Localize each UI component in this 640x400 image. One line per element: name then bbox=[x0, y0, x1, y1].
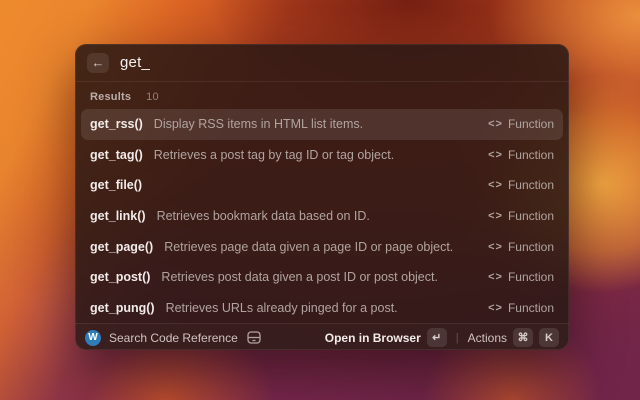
open-in-browser-button[interactable]: Open in Browser ↵ bbox=[325, 328, 447, 347]
results-section-header: Results 10 bbox=[75, 82, 569, 107]
result-type-label: Function bbox=[508, 178, 554, 192]
result-row[interactable]: get_tag() Retrieves a post tag by tag ID… bbox=[81, 140, 563, 171]
function-name: get_link() bbox=[90, 209, 146, 223]
result-type-label: Function bbox=[508, 240, 554, 254]
function-name: get_file() bbox=[90, 178, 142, 192]
result-type-accessory: <> Function bbox=[488, 117, 554, 131]
function-description: Retrieves post data given a post ID or p… bbox=[161, 270, 438, 284]
result-type-label: Function bbox=[508, 301, 554, 315]
code-brackets-icon: <> bbox=[488, 118, 503, 130]
function-name: get_tag() bbox=[90, 148, 143, 162]
results-count: 10 bbox=[146, 91, 159, 103]
function-description: Retrieves page data given a page ID or p… bbox=[164, 240, 453, 254]
back-arrow-icon: ← bbox=[92, 55, 105, 70]
code-brackets-icon: <> bbox=[488, 302, 503, 314]
function-description: Display RSS items in HTML list items. bbox=[154, 117, 363, 131]
footer-divider: | bbox=[456, 332, 459, 344]
result-row[interactable]: get_file() <> Function bbox=[81, 170, 563, 201]
search-input[interactable]: get_ bbox=[120, 54, 150, 71]
result-row[interactable]: get_page() Retrieves page data given a p… bbox=[81, 231, 563, 262]
result-type-label: Function bbox=[508, 270, 554, 284]
code-brackets-icon: <> bbox=[488, 179, 503, 191]
result-type-accessory: <> Function bbox=[488, 301, 554, 315]
function-name: get_page() bbox=[90, 240, 153, 254]
results-list: get_rss() Display RSS items in HTML list… bbox=[75, 107, 569, 323]
function-description: Retrieves URLs already pinged for a post… bbox=[166, 301, 398, 315]
result-type-accessory: <> Function bbox=[488, 240, 554, 254]
function-name: get_rss() bbox=[90, 117, 143, 131]
enter-key-icon: ↵ bbox=[427, 328, 447, 347]
function-description: Retrieves a post tag by tag ID or tag ob… bbox=[154, 148, 394, 162]
result-type-accessory: <> Function bbox=[488, 178, 554, 192]
result-type-label: Function bbox=[508, 148, 554, 162]
code-brackets-icon: <> bbox=[488, 210, 503, 222]
result-row[interactable]: get_pung() Retrieves URLs already pinged… bbox=[81, 293, 563, 324]
command-palette-window: ← get_ Results 10 get_rss() Display RSS … bbox=[75, 44, 569, 350]
result-type-label: Function bbox=[508, 209, 554, 223]
result-type-accessory: <> Function bbox=[488, 148, 554, 162]
command-source-label: Search Code Reference bbox=[109, 331, 238, 345]
search-header: ← get_ bbox=[75, 44, 569, 82]
footer-bar: W Search Code Reference Open in Browser … bbox=[75, 323, 569, 350]
open-in-browser-label: Open in Browser bbox=[325, 331, 421, 345]
result-row[interactable]: get_rss() Display RSS items in HTML list… bbox=[81, 109, 563, 140]
function-name: get_pung() bbox=[90, 301, 155, 315]
wordpress-logo-icon: W bbox=[85, 330, 101, 346]
code-brackets-icon: <> bbox=[488, 271, 503, 283]
function-name: get_post() bbox=[90, 270, 150, 284]
function-description: Retrieves bookmark data based on ID. bbox=[157, 209, 370, 223]
result-type-accessory: <> Function bbox=[488, 270, 554, 284]
disk-icon bbox=[247, 331, 261, 344]
actions-button[interactable]: Actions ⌘ K bbox=[468, 328, 559, 347]
actions-label: Actions bbox=[468, 331, 507, 345]
results-label: Results bbox=[90, 91, 131, 103]
result-type-accessory: <> Function bbox=[488, 209, 554, 223]
result-row[interactable]: get_post() Retrieves post data given a p… bbox=[81, 262, 563, 293]
code-brackets-icon: <> bbox=[488, 149, 503, 161]
result-type-label: Function bbox=[508, 117, 554, 131]
result-row[interactable]: get_link() Retrieves bookmark data based… bbox=[81, 201, 563, 232]
cmd-key-icon: ⌘ bbox=[513, 328, 533, 347]
back-button[interactable]: ← bbox=[87, 53, 109, 73]
code-brackets-icon: <> bbox=[488, 241, 503, 253]
k-key-icon: K bbox=[539, 328, 559, 347]
